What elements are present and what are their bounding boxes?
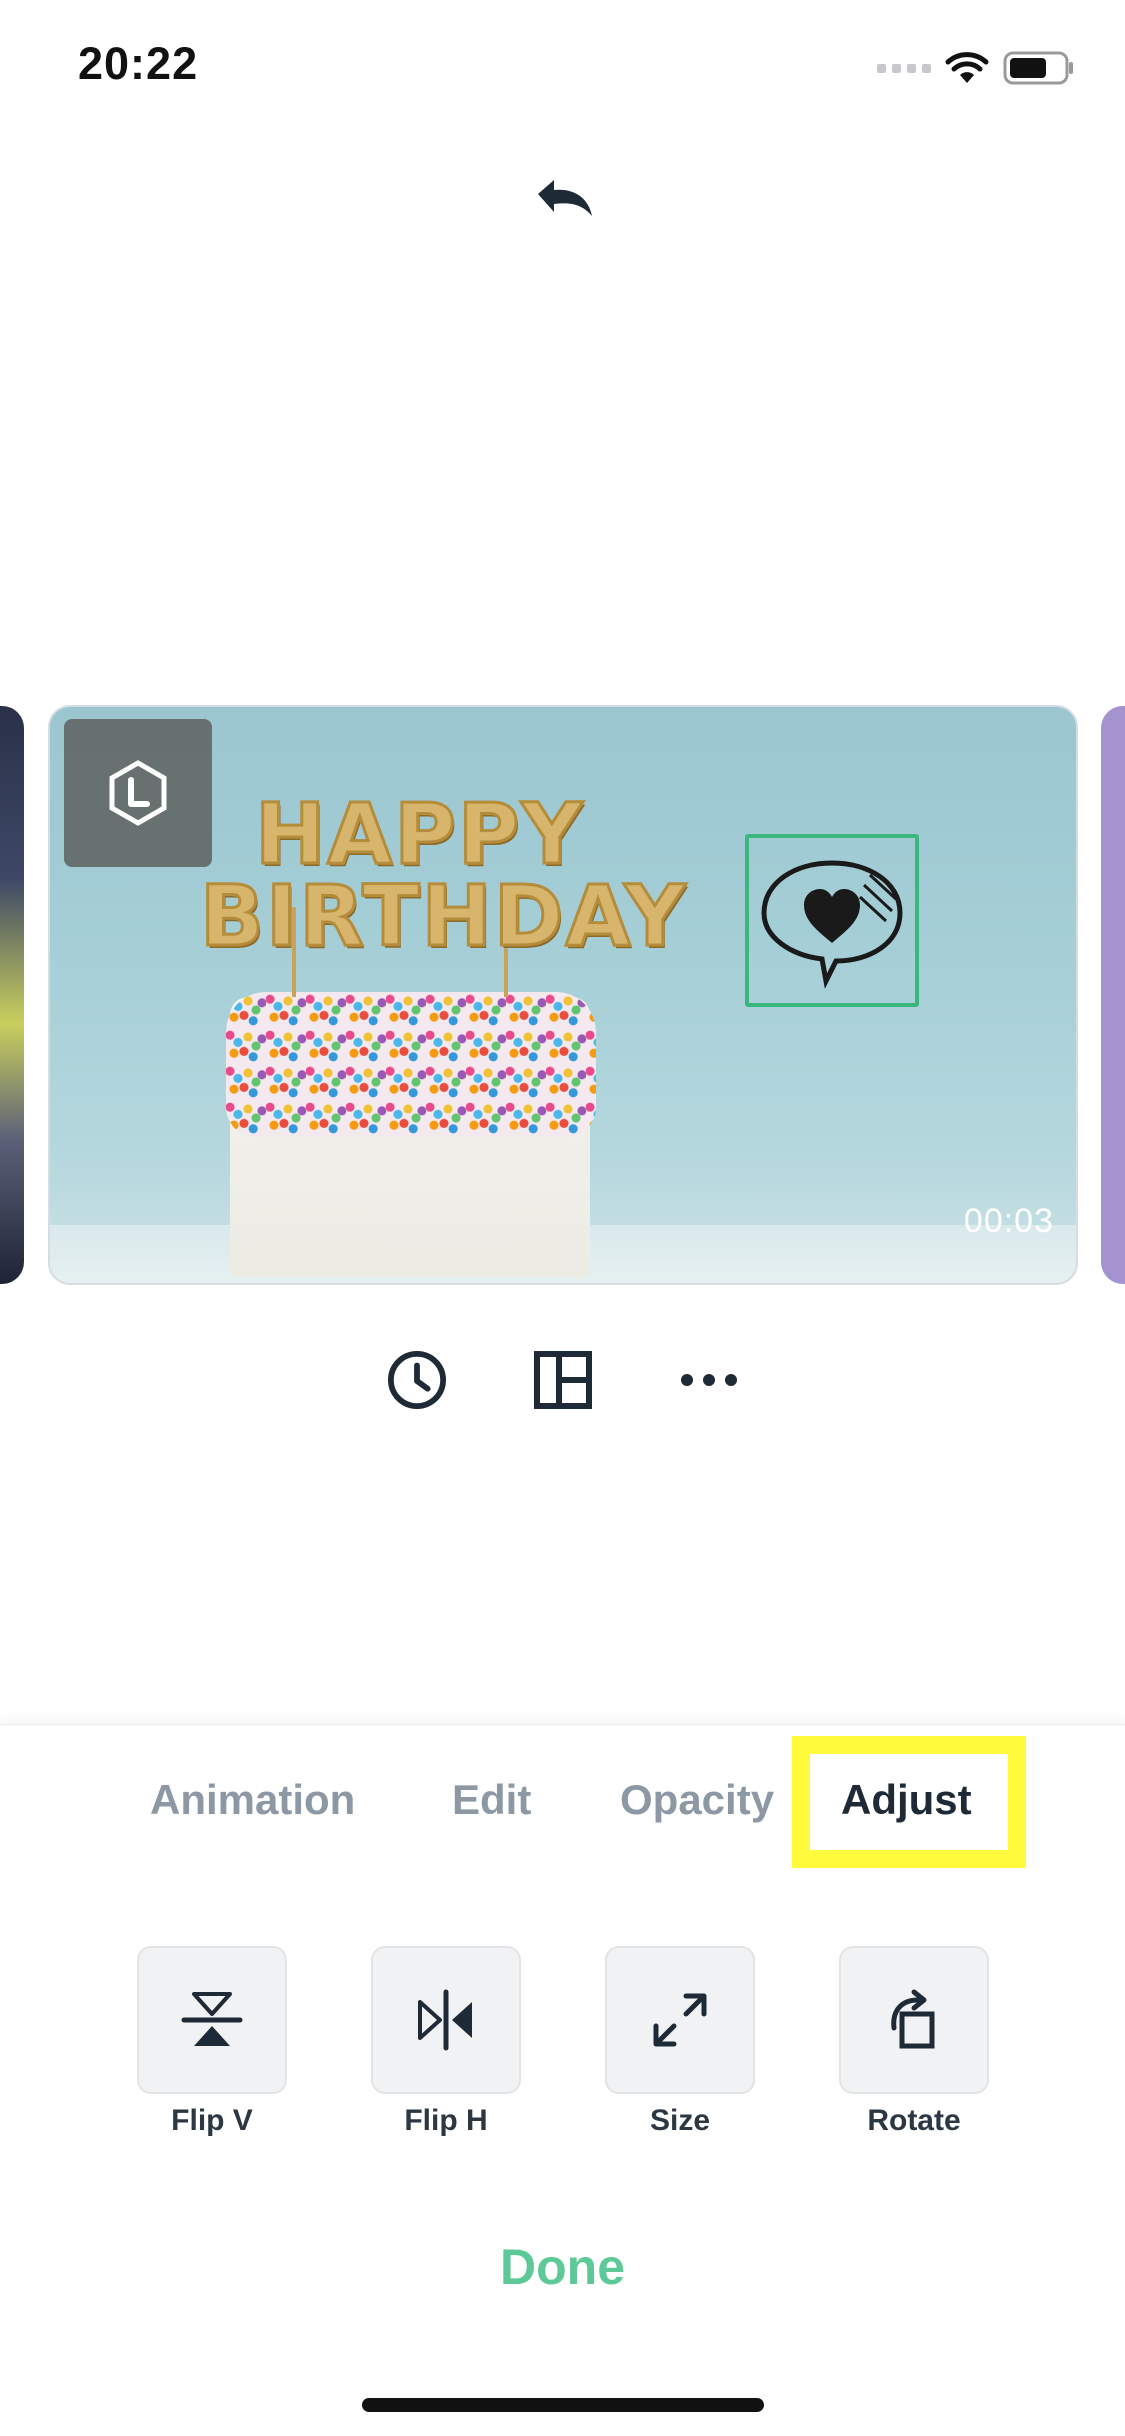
flip-horizontal-button[interactable]: Flip H [371, 1946, 521, 2138]
clip-more-button[interactable] [679, 1345, 739, 1415]
selected-clip[interactable]: HAPPY BIRTHDAY 00:03 [48, 705, 1078, 1285]
next-clip-thumbnail[interactable] [1101, 706, 1125, 1284]
tab-edit[interactable]: Edit [452, 1776, 531, 1824]
rotate-icon [891, 1989, 935, 2049]
clock-icon [387, 1350, 446, 1410]
clip-layout-button[interactable] [533, 1345, 593, 1415]
clip-toolbar [0, 1345, 1125, 1415]
battery-icon [1003, 51, 1073, 85]
rotate-tile[interactable] [839, 1946, 989, 2094]
size-button[interactable]: Size [605, 1946, 755, 2138]
layout-icon [533, 1351, 592, 1409]
flip-horizontal-tile[interactable] [371, 1946, 521, 2094]
status-time: 20:22 [78, 38, 199, 89]
flip-vertical-tile[interactable] [137, 1946, 287, 2094]
cake-topper-birthday: BIRTHDAY [198, 866, 688, 967]
wifi-icon [945, 52, 989, 83]
tab-opacity[interactable]: Opacity [620, 1776, 774, 1824]
size-label: Size [649, 2104, 711, 2137]
rotate-label: Rotate [867, 2104, 961, 2137]
flip-vertical-icon [181, 1992, 243, 2046]
flip-vertical-button[interactable]: Flip V [137, 1946, 287, 2138]
cellular-signal-icon [877, 63, 931, 73]
clip-image-sprinkles [226, 992, 596, 1137]
hexagon-l-logo-icon [109, 760, 167, 826]
undo-icon[interactable] [528, 172, 598, 227]
done-button[interactable]: Done [0, 2238, 1125, 2296]
flip-horizontal-label: Flip H [404, 2104, 488, 2137]
tab-adjust[interactable]: Adjust [841, 1776, 972, 1824]
status-icons [877, 48, 1075, 88]
home-indicator[interactable] [362, 2398, 764, 2412]
clip-duration-button[interactable] [387, 1345, 447, 1415]
resize-icon [653, 1993, 707, 2047]
previous-clip-thumbnail[interactable] [0, 706, 24, 1284]
clip-duration: 00:03 [963, 1202, 1054, 1240]
size-tile[interactable] [605, 1946, 755, 2094]
tab-animation[interactable]: Animation [150, 1776, 355, 1824]
flip-vertical-label: Flip V [171, 2104, 253, 2137]
speech-bubble-heart-icon [761, 859, 903, 989]
flip-horizontal-icon [418, 1989, 472, 2051]
logo-badge[interactable] [64, 719, 212, 867]
tab-bar: Animation Edit Opacity Adjust [0, 1736, 1125, 1868]
selected-sticker[interactable] [745, 834, 919, 1007]
more-icon [680, 1374, 737, 1386]
rotate-button[interactable]: Rotate [839, 1946, 989, 2138]
